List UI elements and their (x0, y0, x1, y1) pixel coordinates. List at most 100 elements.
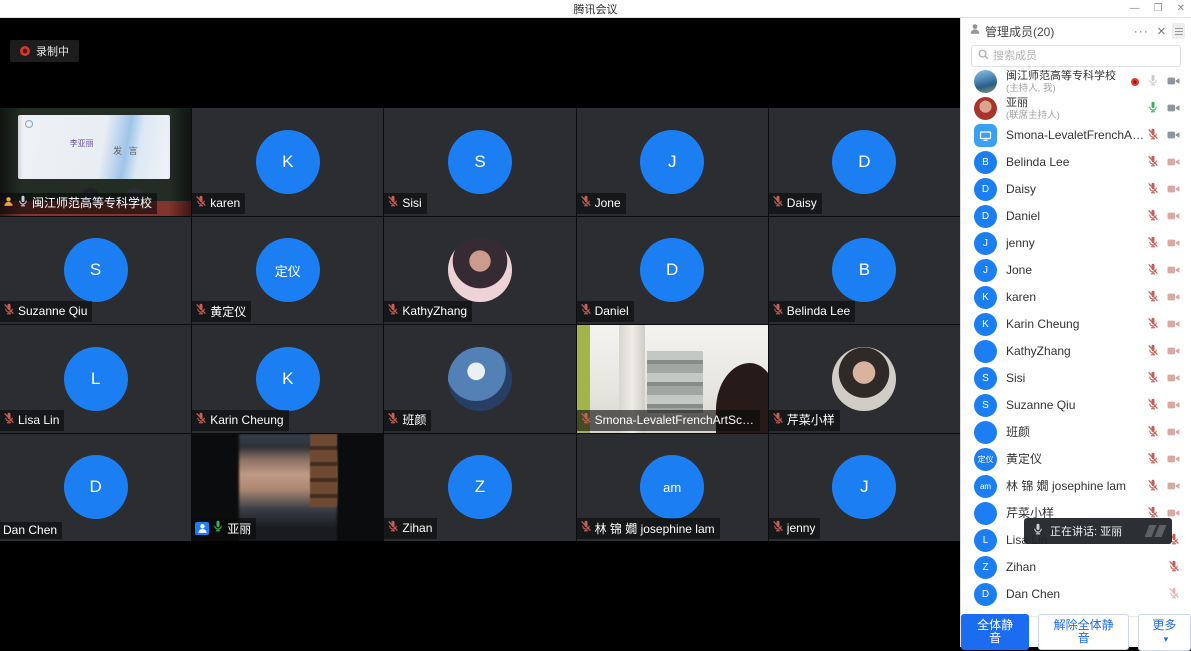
avatar: am (974, 475, 997, 498)
camera-off-icon[interactable] (1167, 451, 1180, 469)
tile-name-label: jenny (769, 518, 821, 539)
video-tile[interactable]: am林 锦 嫺 josephine lam (577, 434, 768, 542)
mic-muted-icon[interactable] (1147, 181, 1159, 199)
avatar: D (832, 130, 896, 194)
member-row[interactable]: Smona-LevaletFrenchArtSchool的会议室 (961, 122, 1191, 149)
avatar: B (832, 238, 896, 302)
video-tile[interactable]: 班颜 (384, 325, 575, 433)
mic-muted-icon[interactable] (1168, 586, 1180, 604)
mute-all-button[interactable]: 全体静音 (961, 614, 1029, 650)
camera-icon[interactable] (1167, 100, 1180, 118)
recording-label: 录制中 (36, 43, 69, 59)
camera-off-icon[interactable] (1167, 181, 1180, 199)
panel-close-icon[interactable]: ✕ (1157, 25, 1166, 38)
member-row[interactable]: SSuzanne Qiu (961, 392, 1191, 419)
unmute-all-button[interactable]: 解除全体静音 (1038, 614, 1129, 650)
mic-muted-icon[interactable] (1168, 559, 1180, 577)
member-row[interactable]: Kkaren (961, 284, 1191, 311)
video-tile[interactable]: DDaniel (577, 217, 768, 325)
recording-indicator: 录制中 (10, 40, 79, 62)
mic-muted-icon[interactable] (1147, 451, 1159, 469)
video-tile[interactable]: 定仪黄定仪 (192, 217, 383, 325)
camera-icon[interactable] (1167, 127, 1180, 145)
mic-muted-icon[interactable] (1147, 316, 1159, 334)
restore-button[interactable]: ❐ (1154, 0, 1163, 18)
panel-more-icon[interactable]: ··· (1134, 24, 1149, 38)
mic-muted-icon[interactable] (1147, 424, 1159, 442)
mic-muted-icon[interactable] (1147, 208, 1159, 226)
member-row[interactable]: Jjenny (961, 230, 1191, 257)
tile-name: Jone (595, 196, 621, 210)
camera-off-icon[interactable] (1167, 478, 1180, 496)
member-row[interactable]: 班颜 (961, 419, 1191, 446)
mic-icon[interactable] (1147, 73, 1159, 91)
camera-off-icon[interactable] (1167, 343, 1180, 361)
member-row[interactable]: KKarin Cheung (961, 311, 1191, 338)
member-row[interactable]: KathyZhang (961, 338, 1191, 365)
video-tile[interactable]: 亚丽 (192, 434, 383, 542)
mic-muted-icon (580, 302, 592, 320)
video-tile[interactable]: KKarin Cheung (192, 325, 383, 433)
camera-off-icon[interactable] (1167, 289, 1180, 307)
camera-off-icon[interactable] (1167, 262, 1180, 280)
camera-off-icon[interactable] (1167, 154, 1180, 172)
camera-off-icon[interactable] (1167, 235, 1180, 253)
mic-muted-icon[interactable] (1147, 154, 1159, 172)
members-panel-title: 管理成员(20) (985, 23, 1134, 40)
tile-name-label: Daisy (769, 193, 822, 214)
mic-muted-icon[interactable] (1147, 370, 1159, 388)
member-row[interactable]: DDan Chen (961, 581, 1191, 608)
more-button[interactable]: 更多▾ (1138, 614, 1191, 651)
camera-off-icon[interactable] (1167, 397, 1180, 415)
video-tile[interactable]: Jjenny (769, 434, 960, 542)
cohost-badge-icon (195, 522, 209, 535)
video-tile[interactable]: Smona-LevaletFrenchArtSchool的会议室 (577, 325, 768, 433)
video-tile[interactable]: KathyZhang (384, 217, 575, 325)
search-input[interactable] (993, 50, 1174, 62)
video-tile[interactable]: BBelinda Lee (769, 217, 960, 325)
video-tile[interactable]: 芹菜小样 (769, 325, 960, 433)
video-tile[interactable]: JJone (577, 108, 768, 216)
tile-name: Daisy (787, 196, 817, 210)
search-icon (978, 47, 989, 65)
member-row[interactable]: BBelinda Lee (961, 149, 1191, 176)
video-tile[interactable]: SSuzanne Qiu (0, 217, 191, 325)
member-row[interactable]: ZZihan (961, 554, 1191, 581)
video-tile[interactable]: D Daisy (769, 108, 960, 216)
mic-muted-icon (387, 302, 399, 320)
mic-muted-icon[interactable] (1147, 127, 1159, 145)
video-tile[interactable]: Kkaren (192, 108, 383, 216)
camera-off-icon[interactable] (1167, 316, 1180, 334)
member-row[interactable]: 亚丽(联席主持人) (961, 95, 1191, 122)
mic-muted-icon[interactable] (1147, 397, 1159, 415)
mic-muted-icon[interactable] (1147, 289, 1159, 307)
avatar: am (640, 455, 704, 519)
member-row[interactable]: am林 锦 嫺 josephine lam (961, 473, 1191, 500)
member-row[interactable]: 定仪黄定仪 (961, 446, 1191, 473)
mic-muted-icon[interactable] (1147, 343, 1159, 361)
camera-icon[interactable] (1167, 73, 1180, 91)
video-tile[interactable]: DDan Chen (0, 434, 191, 542)
mic-muted-icon[interactable] (1147, 478, 1159, 496)
mic-icon[interactable] (1147, 100, 1159, 118)
close-button[interactable]: ✕ (1177, 0, 1185, 18)
tile-name: 班颜 (402, 411, 426, 428)
video-tile[interactable]: 李亚丽发 言 闽江师范高等专科学校 (0, 108, 191, 216)
camera-off-icon[interactable] (1167, 370, 1180, 388)
member-row[interactable]: JJone (961, 257, 1191, 284)
video-tile[interactable]: ZZihan (384, 434, 575, 542)
mic-muted-icon[interactable] (1147, 262, 1159, 280)
mic-muted-icon[interactable] (1147, 235, 1159, 253)
video-tile[interactable]: LLisa Lin (0, 325, 191, 433)
member-row[interactable]: 闽江师范高等专科学校(主持人, 我) (961, 68, 1191, 95)
panel-handle-icon[interactable] (1172, 23, 1185, 39)
member-row[interactable]: SSisi (961, 365, 1191, 392)
tile-name-label: 林 锦 嫺 josephine lam (577, 518, 720, 539)
camera-off-icon[interactable] (1167, 424, 1180, 442)
member-row[interactable]: DDaisy (961, 176, 1191, 203)
minimize-button[interactable]: — (1130, 0, 1140, 18)
video-tile[interactable]: SSisi (384, 108, 575, 216)
record-dot-icon (1131, 78, 1139, 86)
member-row[interactable]: DDaniel (961, 203, 1191, 230)
camera-off-icon[interactable] (1167, 208, 1180, 226)
